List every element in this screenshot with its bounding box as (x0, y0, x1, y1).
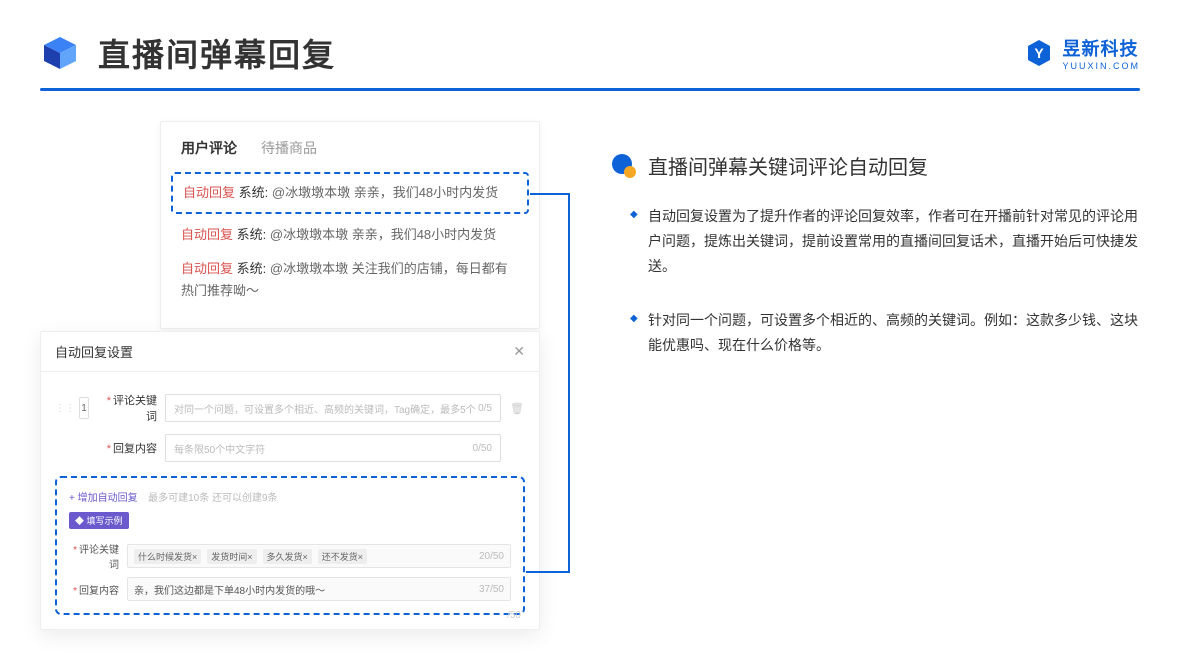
delete-icon[interactable]: 🗑 (509, 402, 525, 415)
comment-row: 自动回复 系统: @冰墩墩本墩 亲亲，我们48小时内发货 (181, 218, 519, 252)
tag-chip[interactable]: 发货时间× (207, 549, 256, 564)
example-badge: ◆ 填写示例 (69, 512, 129, 529)
page-title: 直播间弹幕回复 (98, 30, 336, 76)
svg-text:Y: Y (1035, 45, 1045, 61)
right-panel: 直播间弹幕关键词评论自动回复 自动回复设置为了提升作者的评论回复效率，作者可在开… (610, 121, 1140, 386)
tag-chip[interactable]: 什么时候发货× (134, 549, 201, 564)
comments-card: 用户评论 待播商品 自动回复 系统: @冰墩墩本墩 亲亲，我们48小时内发货 自… (160, 121, 540, 329)
header-divider (40, 88, 1140, 91)
connector-line (568, 193, 570, 573)
content-input[interactable]: 每条限50个中文字符 0/50 (165, 434, 501, 462)
left-panel: 用户评论 待播商品 自动回复 系统: @冰墩墩本墩 亲亲，我们48小时内发货 自… (40, 121, 560, 386)
keyword-label: *评论关键词 (97, 392, 157, 424)
close-icon[interactable]: ✕ (513, 343, 525, 360)
settings-title: 自动回复设置 (55, 342, 133, 361)
cube-icon (40, 33, 80, 73)
outer-counter: /50 (507, 610, 521, 621)
example-content-input[interactable]: 亲，我们这边都是下单48小时内发货的哦～ 37/50 (127, 577, 511, 601)
tag-chip[interactable]: 还不发货× (318, 549, 367, 564)
tab-user-comments[interactable]: 用户评论 (181, 138, 237, 158)
brand-sub: YUUXIN.COM (1062, 61, 1140, 71)
section-title: 直播间弹幕关键词评论自动回复 (648, 151, 928, 180)
content-label: *回复内容 (97, 440, 157, 456)
brand-name: 昱新科技 (1062, 39, 1138, 59)
add-hint: 最多可建10条 还可以创建9条 (148, 493, 277, 504)
settings-modal: 自动回复设置 ✕ ⋮⋮ 1 *评论关键词 对同一个问题，可设置多个相近、高频的关… (40, 331, 540, 630)
index-box: 1 (79, 397, 89, 419)
example-keyword-input[interactable]: 什么时候发货× 发货时间× 多久发货× 还不发货× 20/50 (127, 544, 511, 568)
add-auto-reply-link[interactable]: + 增加自动回复 (69, 493, 138, 504)
bullet-item: 自动回复设置为了提升作者的评论回复效率，作者可在开播前针对常见的评论用户问题，提… (630, 204, 1140, 280)
bullet-item: 针对同一个问题，可设置多个相近的、高频的关键词。例如：这款多少钱、这块能优惠吗、… (630, 308, 1140, 358)
tab-pending-goods[interactable]: 待播商品 (261, 138, 317, 158)
chat-bubble-icon (610, 152, 638, 180)
tag-chip[interactable]: 多久发货× (263, 549, 312, 564)
brand-logo: Y 昱新科技 YUUXIN.COM (1024, 35, 1140, 71)
comment-row-highlighted: 自动回复 系统: @冰墩墩本墩 亲亲，我们48小时内发货 (171, 172, 529, 214)
auto-reply-tag: 自动回复 (183, 185, 235, 200)
example-block: + 增加自动回复 最多可建10条 还可以创建9条 ◆ 填写示例 *评论关键词 什… (55, 476, 525, 615)
keyword-input[interactable]: 对同一个问题，可设置多个相近、高频的关键词，Tag确定，最多5个 0/5 (165, 394, 501, 422)
drag-handle-icon[interactable]: ⋮⋮ (55, 403, 75, 414)
page-header: 直播间弹幕回复 Y 昱新科技 YUUXIN.COM (0, 0, 1180, 88)
comment-row: 自动回复 系统: @冰墩墩本墩 关注我们的店铺，每日都有热门推荐呦～ (181, 252, 519, 308)
